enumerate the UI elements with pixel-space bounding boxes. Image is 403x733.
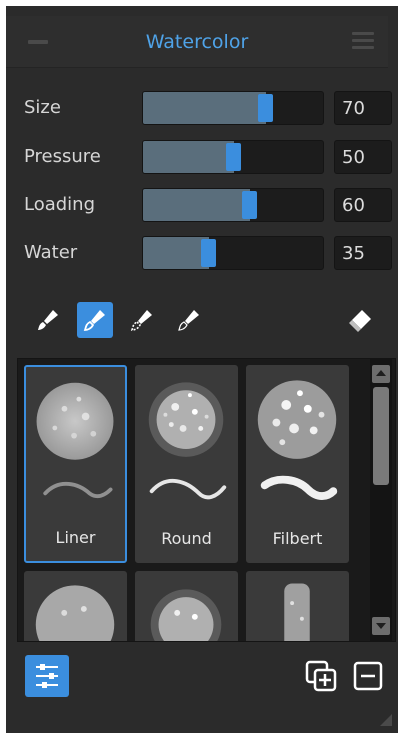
brush-preset-grid: Liner Round Filbert xyxy=(17,358,396,642)
water-label: Water xyxy=(24,242,78,263)
panel-header: Watercolor xyxy=(6,16,388,68)
brush-preset-liner[interactable]: Liner xyxy=(24,365,127,563)
loading-value[interactable]: 60 xyxy=(334,188,392,222)
eraser-icon[interactable] xyxy=(342,302,378,338)
brush-preview-icon xyxy=(284,583,310,641)
resize-grip-icon[interactable] xyxy=(377,711,393,727)
size-value[interactable]: 70 xyxy=(334,91,392,125)
brush-preset-filbert[interactable]: Filbert xyxy=(246,365,349,563)
scrollbar-thumb[interactable] xyxy=(373,387,389,485)
pressure-slider-row: Pressure 50 xyxy=(24,138,392,176)
preset-scrollbar[interactable] xyxy=(370,359,392,641)
brush-preset-round[interactable]: Round xyxy=(135,365,238,563)
sliders-icon xyxy=(36,664,58,688)
size-slider-row: Size 70 xyxy=(24,89,392,127)
brush-preset-5[interactable] xyxy=(135,571,238,641)
loading-slider-thumb[interactable] xyxy=(242,191,257,219)
loading-slider[interactable] xyxy=(142,188,324,222)
pressure-slider-thumb[interactable] xyxy=(226,143,241,171)
brush-preview-icon xyxy=(35,585,115,641)
brush-tool-row xyxy=(24,300,384,340)
brush-dotted-icon[interactable] xyxy=(124,302,160,338)
brush-settings-button[interactable] xyxy=(25,655,69,697)
loading-slider-row: Loading 60 xyxy=(24,186,392,224)
brush-preview-icon xyxy=(150,589,222,641)
duplicate-preset-button[interactable] xyxy=(303,658,339,694)
brush-solid-icon[interactable] xyxy=(30,302,66,338)
size-label: Size xyxy=(24,97,61,118)
panel-title: Watercolor xyxy=(145,31,249,53)
pressure-value[interactable]: 50 xyxy=(334,140,392,174)
loading-label: Loading xyxy=(24,194,96,215)
brush-preset-label: Liner xyxy=(55,528,96,547)
water-slider[interactable] xyxy=(142,236,324,270)
water-slider-row: Water 35 xyxy=(24,234,392,272)
brush-preset-6[interactable] xyxy=(246,571,349,641)
round-preview-icon xyxy=(148,382,227,500)
brush-outline-icon[interactable] xyxy=(77,302,113,338)
scroll-down-icon[interactable] xyxy=(372,617,390,635)
pressure-label: Pressure xyxy=(24,146,101,167)
size-slider-thumb[interactable] xyxy=(258,94,273,122)
brush-preset-label: Filbert xyxy=(272,529,323,548)
filbert-preview-icon xyxy=(257,380,338,501)
scroll-up-icon[interactable] xyxy=(372,365,390,383)
liner-preview-icon xyxy=(36,382,114,499)
size-slider[interactable] xyxy=(142,91,324,125)
menu-icon[interactable] xyxy=(352,32,374,50)
pressure-slider[interactable] xyxy=(142,140,324,174)
brush-thin-icon[interactable] xyxy=(171,302,207,338)
water-slider-thumb[interactable] xyxy=(201,239,216,267)
duplicate-add-icon xyxy=(305,660,337,692)
remove-icon xyxy=(353,661,383,691)
water-value[interactable]: 35 xyxy=(334,236,392,270)
brush-preset-4[interactable] xyxy=(24,571,127,641)
brush-preset-label: Round xyxy=(161,529,212,548)
remove-preset-button[interactable] xyxy=(350,658,386,694)
